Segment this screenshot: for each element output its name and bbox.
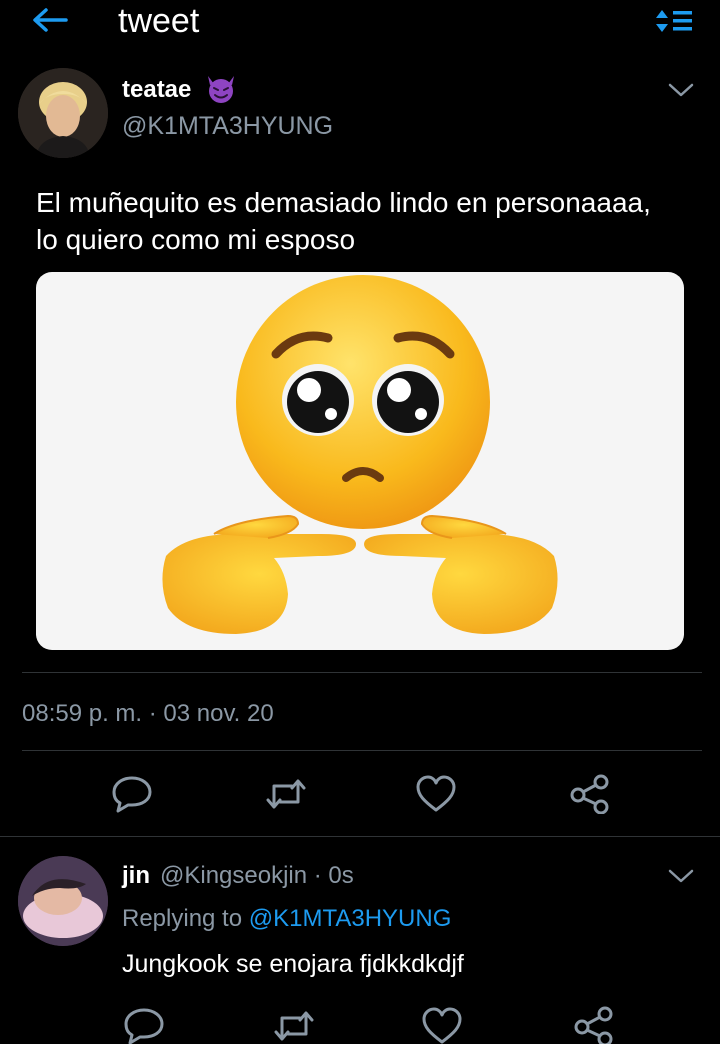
retweet-button[interactable] xyxy=(272,1006,316,1044)
like-button[interactable] xyxy=(420,1006,464,1044)
avatar[interactable] xyxy=(18,68,108,158)
reply-button[interactable] xyxy=(122,1006,166,1044)
avatar-photo xyxy=(18,68,108,158)
like-icon xyxy=(416,775,456,812)
sort-icon[interactable] xyxy=(654,8,694,34)
replying-to-label: Replying to xyxy=(122,905,249,932)
like-button[interactable] xyxy=(414,774,458,814)
chevron-down-icon[interactable] xyxy=(666,80,696,100)
tweet-media[interactable] xyxy=(36,272,684,650)
reply-author-name[interactable]: jin xyxy=(122,862,150,890)
retweet-icon xyxy=(274,1011,314,1041)
author-handle[interactable]: @K1MTA3HYUNG xyxy=(122,112,333,141)
reply-button[interactable] xyxy=(110,774,154,814)
like-icon xyxy=(422,1007,462,1044)
share-icon xyxy=(570,774,609,815)
avatar-photo xyxy=(18,856,108,946)
divider xyxy=(22,672,702,673)
tweet-timestamp: 08:59 p. m. · 03 nov. 20 xyxy=(22,700,274,727)
reply-text: Jungkook se enojara fjdkkdkdjf xyxy=(122,950,464,978)
share-icon xyxy=(574,1006,613,1044)
tweet-text: El muñequito es demasiado lindo en perso… xyxy=(36,187,651,255)
replying-to: Replying to @K1MTA3HYUNG xyxy=(122,905,451,933)
replying-to-link[interactable]: @K1MTA3HYUNG xyxy=(249,905,452,932)
avatar[interactable] xyxy=(18,856,108,946)
reply-icon xyxy=(124,1008,164,1044)
divider xyxy=(0,836,720,837)
back-arrow-icon[interactable] xyxy=(30,6,70,34)
retweet-button[interactable] xyxy=(264,774,308,814)
pleading-face-pointing-fingers-emoji xyxy=(162,275,558,634)
top-bar: tweet xyxy=(0,0,720,48)
reply-author-handle[interactable]: @Kingseokjin · 0s xyxy=(160,862,354,890)
chevron-down-icon[interactable] xyxy=(666,866,696,886)
share-button[interactable] xyxy=(568,774,612,815)
page-title: tweet xyxy=(118,2,200,40)
author-name[interactable]: teatae xyxy=(122,76,191,104)
retweet-icon xyxy=(266,779,306,809)
share-button[interactable] xyxy=(572,1006,616,1044)
devil-emoji-icon xyxy=(208,76,234,103)
reply-icon xyxy=(112,776,152,813)
divider xyxy=(22,750,702,751)
